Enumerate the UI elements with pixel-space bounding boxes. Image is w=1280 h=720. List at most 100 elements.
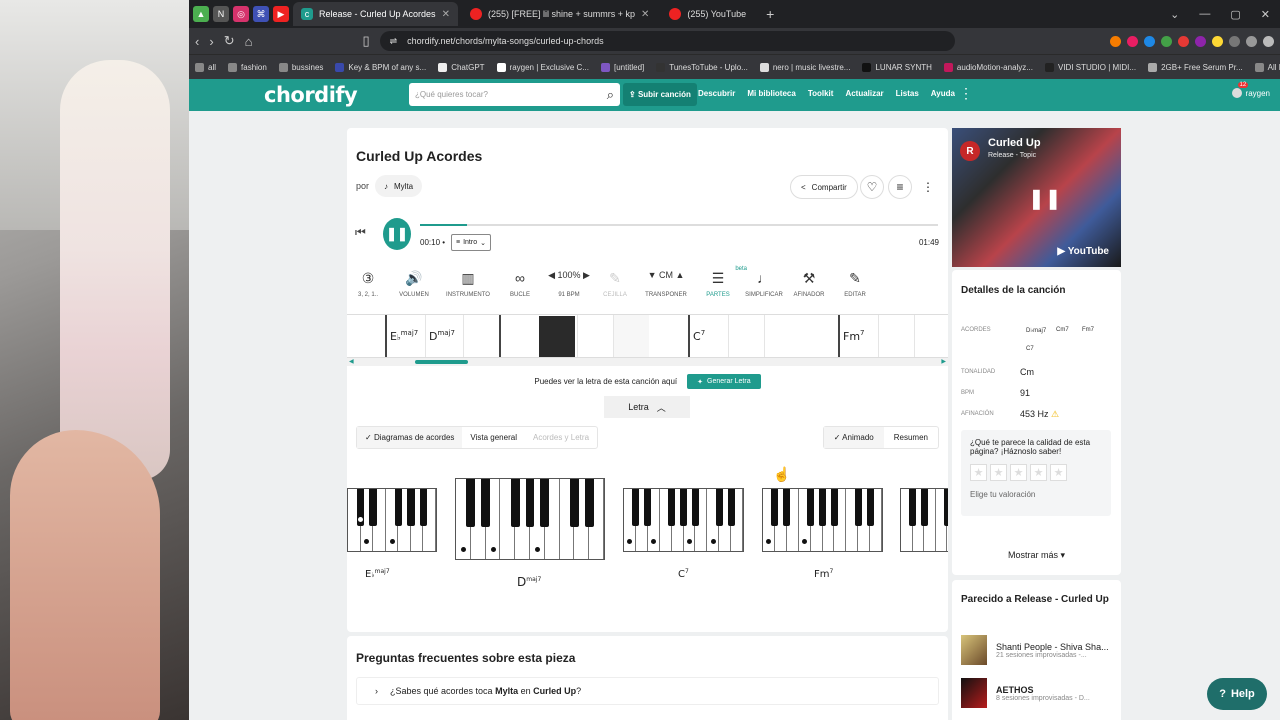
pinned-tab-youtube-icon[interactable]: ▶ — [273, 6, 289, 22]
lyrics-toggle[interactable]: Letra ︿ — [604, 396, 690, 418]
extension-icon[interactable] — [1229, 35, 1240, 47]
bookmark-folder-bussines[interactable]: bussines — [278, 62, 323, 72]
url-field[interactable]: ⇌ chordify.net/chords/mylta-songs/curled… — [379, 31, 955, 51]
tool-countdown[interactable]: ③ 3, 2, 1.. — [347, 270, 389, 308]
tool-tuner[interactable]: ⚒ Afinador — [789, 270, 829, 308]
profile-icon[interactable] — [1263, 35, 1274, 47]
star-icon[interactable]: ★ — [1050, 464, 1067, 481]
pinned-tab-app-icon[interactable]: ⌘ — [253, 6, 269, 22]
tab-chordify[interactable]: c Release - Curled Up Acordes ✕ — [293, 2, 458, 26]
tool-tempo[interactable]: ◀ 100% ▶ 91 BPM — [543, 270, 595, 308]
nav-listas[interactable]: Listas — [896, 89, 919, 98]
video-pause-icon[interactable]: ❚❚ — [1028, 186, 1062, 211]
reload-icon[interactable]: ↻ — [224, 33, 235, 49]
timeline-beat[interactable] — [878, 315, 914, 357]
tool-capo[interactable]: ✎ Cejilla — [595, 270, 635, 308]
scroll-left-icon[interactable]: ◀ — [349, 358, 354, 365]
scroll-right-icon[interactable]: ▶ — [941, 358, 946, 365]
similar-item[interactable]: Shanti People - Shiva Sha... 21 sesiones … — [961, 635, 1109, 665]
extension-icon[interactable] — [1178, 35, 1189, 47]
scrollbar-thumb[interactable] — [415, 360, 468, 364]
extension-icon[interactable] — [1144, 35, 1155, 47]
tab-chords-lyrics[interactable]: Acordes y Letra — [525, 427, 597, 448]
skip-back-icon[interactable]: ⏮ — [355, 225, 366, 240]
pinned-tab-drive-icon[interactable]: ▲ — [193, 6, 209, 22]
tab-chord-diagrams[interactable]: ✓ Diagramas de acordes — [357, 427, 463, 448]
pinned-tab-notion-icon[interactable]: N — [213, 6, 229, 22]
search-input[interactable]: ¿Qué quieres tocar? ⌕ — [409, 83, 620, 106]
chordify-logo[interactable]: chordify — [264, 83, 358, 107]
pinned-tab-instagram-icon[interactable]: ◎ — [233, 6, 249, 22]
faq-question[interactable]: › ¿Sabes qué acordes toca Mylta en Curle… — [356, 677, 939, 705]
extension-icon[interactable] — [1195, 35, 1206, 47]
bookmark-folder-fashion[interactable]: fashion — [228, 62, 267, 72]
youtube-logo[interactable]: ▶ YouTube — [1057, 246, 1109, 257]
bookmark-vidi-studio[interactable]: VIDI STUDIO | MIDI... — [1044, 62, 1136, 72]
star-icon[interactable]: ★ — [1030, 464, 1047, 481]
new-tab-button[interactable]: + — [758, 6, 782, 22]
nav-mi-biblioteca[interactable]: Mi biblioteca — [747, 89, 795, 98]
timeline-beat[interactable] — [463, 315, 501, 357]
home-icon[interactable]: ⌂ — [245, 34, 253, 49]
chord-chip[interactable]: Cm7 — [1056, 327, 1069, 333]
extension-icon[interactable] — [1212, 35, 1223, 47]
close-tab-icon[interactable]: ✕ — [641, 9, 649, 20]
tool-loop[interactable]: ∞ Bucle — [497, 270, 543, 308]
pause-button[interactable]: ❚❚ — [383, 218, 411, 250]
similar-item[interactable]: AETHOS 8 sesiones improvisadas - D... — [961, 678, 1090, 708]
timeline-beat[interactable]: C7 — [688, 315, 728, 357]
progress-bar[interactable] — [420, 224, 938, 226]
timeline-beat[interactable] — [728, 315, 764, 357]
timeline-beat[interactable]: Dmaj7 — [425, 315, 463, 357]
timeline-beat[interactable] — [577, 315, 613, 357]
star-icon[interactable]: ★ — [970, 464, 987, 481]
section-select[interactable]: ≡ Intro ⌄ — [451, 234, 491, 251]
forward-icon[interactable]: › — [209, 34, 213, 49]
bookmark-audiomotion[interactable]: audioMotion-analyz... — [943, 62, 1033, 72]
tool-parts[interactable]: ☰ Partes beta — [697, 266, 747, 308]
timeline-scrollbar[interactable]: ◀ ▶ — [347, 358, 948, 366]
tool-piano[interactable]: ▥ Instrumento — [439, 270, 497, 308]
close-tab-icon[interactable]: ✕ — [442, 9, 450, 20]
summary-toggle[interactable]: Resumen — [884, 427, 938, 448]
extensions-menu-icon[interactable] — [1246, 35, 1257, 47]
nav-toolkit[interactable]: Toolkit — [808, 89, 834, 98]
timeline-beat[interactable] — [613, 315, 649, 357]
bookmark-key-bpm[interactable]: Key & BPM of any s... — [335, 62, 426, 72]
bookmark-raygen[interactable]: raygen | Exclusive C... — [496, 62, 589, 72]
tool-pencil[interactable]: ✎ Editar — [829, 270, 881, 308]
bookmark-lunar-synth[interactable]: LUNAR SYNTH — [862, 62, 932, 72]
tab-youtube-beat[interactable]: (255) [FREE] lil shine + summrs + kp ✕ — [462, 2, 657, 26]
song-options-icon[interactable]: ⋮ — [916, 175, 940, 199]
user-menu[interactable]: 12 raygen — [1231, 82, 1270, 98]
chord-chip[interactable]: C7 — [1026, 346, 1034, 352]
bookmark-icon[interactable]: ▯ — [362, 33, 369, 49]
tab-list-icon[interactable]: ⌄ — [1170, 8, 1179, 21]
extension-icon[interactable] — [1127, 35, 1138, 47]
chord-timeline[interactable]: E♭maj7 Dmaj7 C7 Fm7 — [347, 314, 948, 358]
minimize-icon[interactable]: — — [1199, 8, 1210, 21]
nav-ayuda[interactable]: Ayuda — [931, 89, 955, 98]
timeline-beat[interactable] — [914, 315, 948, 357]
favorite-heart-icon[interactable]: ♡ — [860, 175, 884, 199]
timeline-beat[interactable] — [764, 315, 800, 357]
timeline-beat[interactable] — [499, 315, 537, 357]
video-title[interactable]: Curled Up — [988, 137, 1041, 149]
animated-toggle[interactable]: ✓ Animado — [823, 427, 884, 448]
bookmark-nero[interactable]: nero | music livestre... — [759, 62, 850, 72]
bookmark-folder-all[interactable]: all — [195, 62, 216, 72]
chord-chip[interactable]: D♭maj7 — [1026, 327, 1046, 334]
close-window-icon[interactable]: ✕ — [1261, 8, 1270, 21]
bookmark-tunestotube[interactable]: TunesToTube - Uplo... — [656, 62, 748, 72]
chord-chip[interactable]: Fm7 — [1082, 327, 1094, 333]
tab-youtube[interactable]: (255) YouTube — [661, 2, 754, 26]
tool-volume[interactable]: 🔊 Volumen — [389, 270, 439, 308]
channel-avatar[interactable]: R — [960, 141, 980, 161]
bookmark-chatgpt[interactable]: ChatGPT — [438, 62, 485, 72]
show-more-button[interactable]: Mostrar más ▾ — [952, 550, 1121, 561]
site-info-icon[interactable]: ⇌ — [390, 36, 398, 47]
all-bookmarks[interactable]: All Bookmarks — [1254, 62, 1280, 72]
tool-transpose[interactable]: ▼ Cm ▲ Transponer — [635, 270, 697, 308]
maximize-icon[interactable]: ▢ — [1230, 8, 1240, 21]
search-icon[interactable]: ⌕ — [607, 87, 614, 103]
